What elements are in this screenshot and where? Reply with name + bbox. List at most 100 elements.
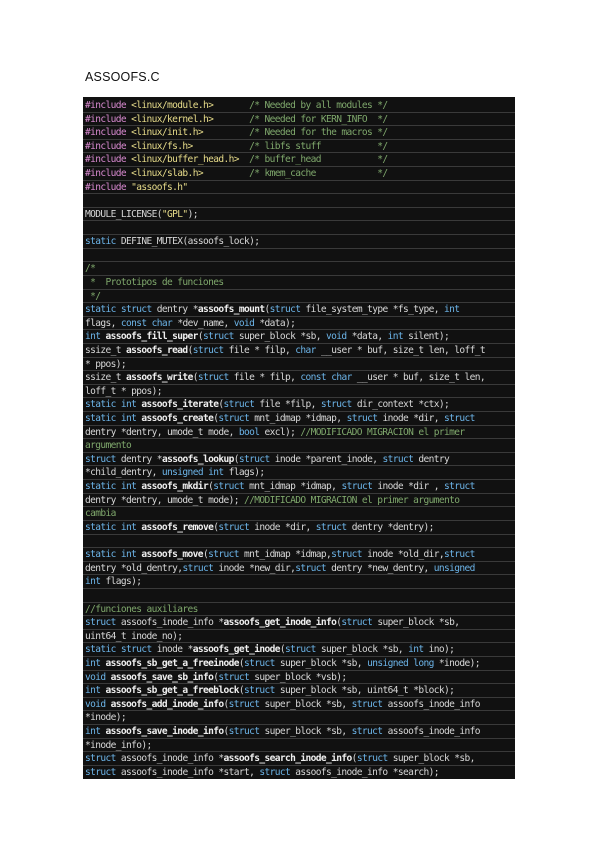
code-token: struct	[85, 453, 121, 465]
code-token: assoofs_get_inode_info	[223, 617, 337, 629]
code-token: dentry *	[120, 453, 163, 465]
code-token: assoofs_search_inode_info	[223, 753, 352, 765]
code-token: assoofs_remove	[141, 521, 214, 533]
code-line: ssize_t assoofs_write(struct file * filp…	[85, 371, 513, 384]
code-token: struct	[351, 726, 388, 738]
code-token: void	[85, 698, 111, 710]
code-line: int assoofs_save_inode_info(struct super…	[85, 725, 513, 738]
code-line: int assoofs_fill_super(struct super_bloc…	[85, 330, 513, 343]
code-line: static struct inode *assoofs_get_inode(s…	[85, 643, 513, 656]
code-token: #include	[85, 181, 132, 193]
code-token: mnt_idmap *idmap,	[244, 549, 332, 561]
code-token: * ppos);	[85, 358, 127, 370]
code-token: file *filp,	[259, 399, 321, 411]
code-token: );	[187, 208, 199, 220]
code-token: assoofs_sb_get_a_freeinode	[105, 658, 240, 669]
code-token: struct	[218, 671, 255, 683]
code-line: static int assoofs_iterate(struct file *…	[85, 398, 513, 411]
code-token: file_system_type *fs_type,	[305, 304, 444, 316]
code-token: struct	[218, 413, 255, 425]
code-token: static int	[85, 413, 142, 425]
code-token: struct	[259, 766, 296, 778]
code-token: struct	[202, 331, 239, 343]
code-token: #include	[85, 100, 132, 111]
code-token: assoofs_create	[141, 413, 214, 425]
code-token: *dev_name,	[177, 317, 234, 329]
code-token: int	[444, 304, 460, 316]
code-token: assoofs_move	[141, 549, 203, 561]
code-token: *child_dentry,	[85, 467, 162, 479]
code-token: struct	[382, 453, 419, 465]
code-token: struct	[444, 549, 475, 561]
code-token: /* Needed for KERN_INFO */	[249, 113, 388, 125]
code-token: inode *new_dir,	[218, 562, 296, 574]
code-token: struct	[341, 481, 378, 493]
code-token: assoofs_read	[126, 344, 188, 356]
code-token: inode *parent_inode,	[274, 453, 383, 465]
code-token: /* kmem_cache */	[249, 168, 388, 180]
code-token: static	[85, 236, 121, 248]
code-line: struct assoofs_inode_info *assoofs_get_i…	[85, 616, 513, 629]
code-line: static int assoofs_move(struct mnt_idmap…	[85, 548, 513, 561]
code-token: inode *dir,	[254, 521, 316, 533]
code-token: * Prototipos de funciones	[85, 276, 224, 288]
code-token: //funciones auxiliares	[85, 603, 198, 615]
code-token: super_block *sb,	[320, 644, 409, 656]
code-token: const char	[120, 317, 178, 329]
code-line: int flags);	[85, 575, 513, 588]
code-token: inode *old_dir,	[367, 549, 445, 561]
code-line: static DEFINE_MUTEX(assoofs_lock);	[85, 235, 513, 248]
code-token: struct	[208, 549, 244, 561]
code-token: loff_t * ppos);	[85, 385, 163, 397]
code-token: #include	[85, 113, 132, 125]
code-token: struct	[331, 549, 368, 561]
code-line: flags, const char *dev_name, void *data)…	[85, 317, 513, 330]
code-token: struct	[85, 766, 121, 778]
code-token: file * filp,	[233, 372, 301, 384]
code-token: struct	[213, 481, 250, 493]
code-token: struct	[295, 562, 332, 574]
code-token: super_block *sb,	[392, 753, 476, 765]
code-line: static int assoofs_remove(struct inode *…	[85, 521, 513, 534]
code-token: int	[85, 331, 106, 343]
code-token: *data,	[351, 331, 388, 343]
code-token: *inode);	[438, 658, 481, 669]
code-token: assoofs_inode_info *start,	[120, 766, 260, 778]
code-line: uint64_t inode_no);	[85, 630, 513, 643]
code-token: super_block *vsb);	[254, 671, 347, 683]
code-token: super_block *sb,	[377, 617, 460, 629]
code-token: int	[85, 726, 106, 738]
code-token: assoofs_inode_info *	[120, 617, 224, 629]
code-line: *child_dentry, unsigned int flags);	[85, 466, 513, 479]
code-token: inode *dir,	[382, 413, 445, 425]
code-token: /* buffer_head */	[249, 154, 388, 166]
code-line: cambia	[85, 507, 513, 520]
code-token: assoofs_inode_info	[387, 726, 481, 738]
code-token: //MODIFICADO MIGRACION el primer	[300, 426, 465, 438]
code-line: struct assoofs_inode_info *start, struct…	[85, 766, 513, 779]
code-token: flags);	[228, 467, 266, 479]
code-token: struct	[182, 562, 219, 574]
code-token: dentry *old_dentry,	[85, 562, 183, 574]
document-title: ASSOOFS.C	[85, 70, 160, 84]
code-line: #include <linux/slab.h> /* kmem_cache */	[85, 167, 513, 180]
code-token: struct	[444, 413, 475, 425]
code-line: int assoofs_sb_get_a_freeblock(struct su…	[85, 684, 513, 697]
code-token: <linux/slab.h>	[131, 168, 203, 180]
code-token: struct	[356, 753, 393, 765]
code-token: unsigned long	[367, 658, 439, 669]
code-token: struct	[341, 617, 378, 629]
code-token: #include	[85, 127, 132, 139]
code-token: uint64_t inode_no);	[85, 630, 183, 642]
code-token: /*	[85, 263, 96, 275]
code-line: #include <linux/init.h> /* Needed for th…	[85, 126, 513, 139]
code-token: struct	[351, 698, 388, 710]
code-token: /* Needed by all modules */	[249, 100, 388, 111]
code-line: dentry *dentry, umode_t mode, bool excl)…	[85, 426, 513, 439]
